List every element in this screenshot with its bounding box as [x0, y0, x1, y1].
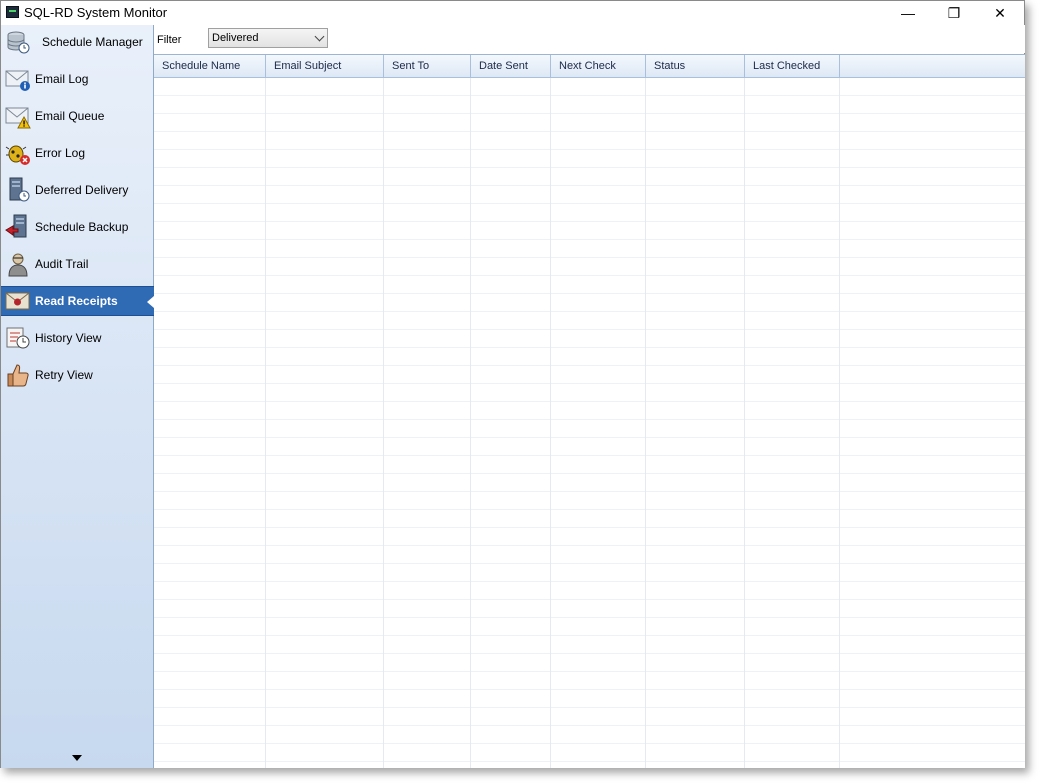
- sidebar-item-retry-view[interactable]: Retry View: [1, 360, 154, 390]
- app-window: SQL-RD System Monitor — ❐ ✕ Schedule Man…: [0, 0, 1025, 768]
- sidebar-item-label: Read Receipts: [35, 294, 118, 308]
- app-terminal-icon: [6, 6, 19, 18]
- sidebar-item-label: Email Log: [35, 72, 89, 86]
- grid-header: Schedule Name Email Subject Sent To Date…: [154, 55, 1025, 78]
- title-bar[interactable]: SQL-RD System Monitor — ❐ ✕: [1, 1, 1024, 25]
- sidebar-item-label: Schedule Backup: [35, 220, 129, 234]
- sidebar-item-label: Deferred Delivery: [35, 183, 129, 197]
- sidebar-item-label: Error Log: [35, 146, 86, 160]
- sidebar-scroll-down-icon[interactable]: [72, 755, 82, 761]
- sidebar-item-label: Email Queue: [35, 109, 105, 123]
- database-clock-icon: [5, 29, 31, 55]
- sidebar-item-audit-trail[interactable]: Audit Trail: [1, 249, 154, 279]
- server-clock-icon: [5, 177, 31, 203]
- read-receipts-grid[interactable]: Schedule Name Email Subject Sent To Date…: [154, 54, 1025, 768]
- grid-body[interactable]: [154, 78, 1025, 768]
- email-warning-icon: [5, 103, 31, 129]
- filter-bar: Filter Delivered: [154, 25, 1025, 53]
- close-button[interactable]: ✕: [977, 1, 1023, 25]
- sidebar-item-schedule-backup[interactable]: Schedule Backup: [1, 212, 154, 242]
- column-header-next-check[interactable]: Next Check: [551, 55, 646, 78]
- column-header-schedule-name[interactable]: Schedule Name: [154, 55, 266, 78]
- sidebar-item-read-receipts[interactable]: Read Receipts: [1, 286, 154, 316]
- window-title: SQL-RD System Monitor: [24, 5, 168, 20]
- filter-label: Filter: [157, 34, 182, 46]
- sidebar-item-label: History View: [35, 331, 102, 345]
- email-info-icon: [5, 66, 31, 92]
- sidebar-item-label: Schedule Manager: [42, 35, 143, 49]
- auditor-icon: [5, 251, 31, 277]
- maximize-button[interactable]: ❐: [931, 1, 977, 25]
- sidebar-item-deferred-delivery[interactable]: Deferred Delivery: [1, 175, 154, 205]
- column-header-email-subject[interactable]: Email Subject: [266, 55, 384, 78]
- server-backup-icon: [5, 214, 31, 240]
- sidebar-item-schedule-manager[interactable]: Schedule Manager: [1, 27, 154, 57]
- sidebar-item-email-log[interactable]: Email Log: [1, 64, 154, 94]
- column-header-date-sent[interactable]: Date Sent: [471, 55, 551, 78]
- column-header-sent-to[interactable]: Sent To: [384, 55, 471, 78]
- sidebar-item-history-view[interactable]: History View: [1, 323, 154, 353]
- sidebar-item-label: Audit Trail: [35, 257, 89, 271]
- filter-dropdown[interactable]: Delivered: [208, 28, 328, 48]
- filter-selected-value: Delivered: [212, 32, 259, 44]
- sidebar-item-email-queue[interactable]: Email Queue: [1, 101, 154, 131]
- sidebar-item-label: Retry View: [35, 368, 93, 382]
- bug-error-icon: [5, 140, 31, 166]
- thumbs-up-icon: [5, 362, 31, 388]
- sidebar-item-error-log[interactable]: Error Log: [1, 138, 154, 168]
- column-header-last-checked[interactable]: Last Checked: [745, 55, 840, 78]
- chevron-down-icon: [314, 31, 325, 42]
- column-header-status[interactable]: Status: [646, 55, 745, 78]
- history-clock-icon: [5, 325, 31, 351]
- envelope-seal-icon: [5, 288, 31, 314]
- minimize-button[interactable]: —: [885, 1, 931, 25]
- sidebar: Schedule Manager Email Log Email Queue E…: [1, 25, 154, 768]
